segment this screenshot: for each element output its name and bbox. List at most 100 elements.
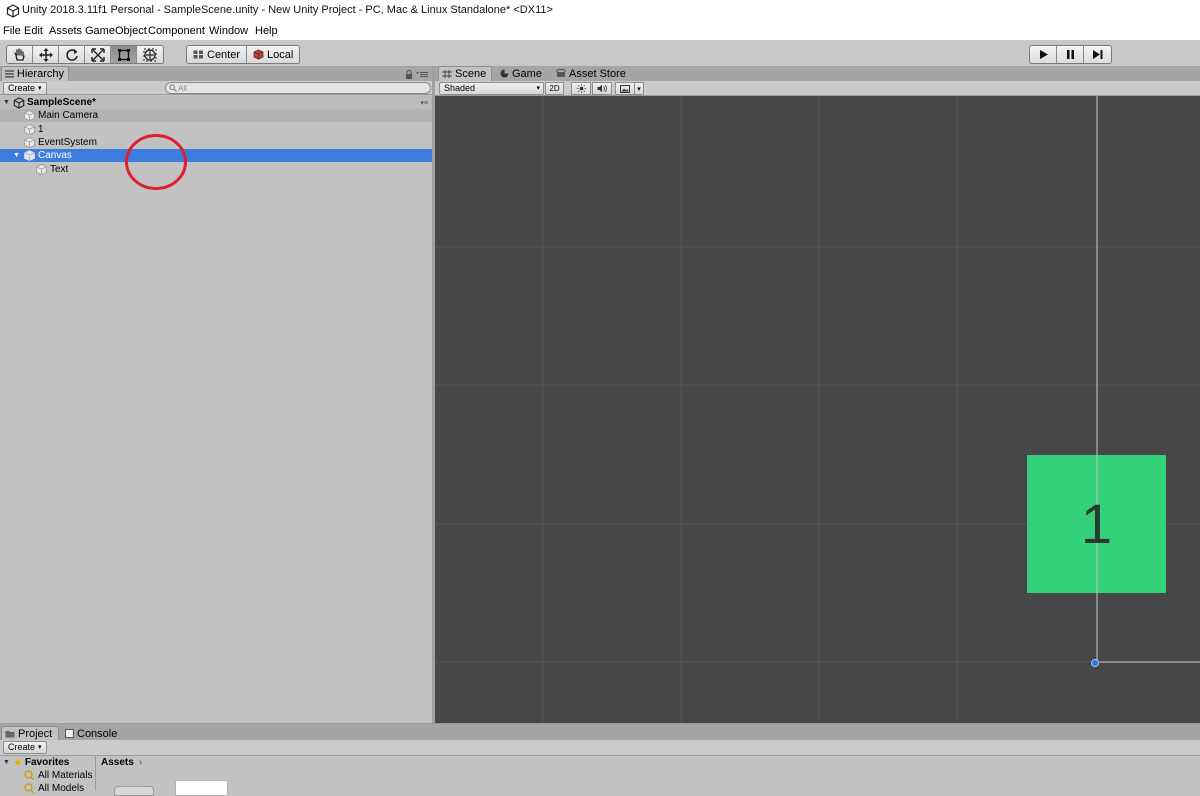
pivot-center-button[interactable]: Center <box>187 46 248 63</box>
scene-name: SampleScene* <box>27 97 96 108</box>
tab-project[interactable]: Project <box>1 726 59 741</box>
breadcrumb[interactable]: Assets › <box>101 756 142 769</box>
search-icon <box>169 84 177 92</box>
game-icon <box>500 69 509 78</box>
tab-scene[interactable]: Scene <box>438 66 492 81</box>
tab-console[interactable]: Console <box>62 726 122 741</box>
tab-hierarchy[interactable]: Hierarchy <box>1 66 69 81</box>
pivot-icon <box>193 50 203 59</box>
project-tab-bar: Project Console <box>0 723 1200 741</box>
favorite-item[interactable]: All Models <box>0 782 84 795</box>
shading-mode-label: Shaded <box>444 83 476 93</box>
menu-assets[interactable]: Assets <box>49 25 82 37</box>
play-button[interactable] <box>1030 46 1057 63</box>
scene-toolbar: Shaded ▾ 2D ▾ <box>435 81 1200 96</box>
tab-game-label: Game <box>512 67 542 80</box>
rotate-tool-button[interactable] <box>59 46 85 63</box>
pause-icon <box>1066 50 1074 59</box>
project-create-dropdown[interactable]: Create ▾ <box>3 741 47 754</box>
breadcrumb-assets: Assets <box>101 757 134 768</box>
hand-icon <box>13 48 25 61</box>
menu-bar: File Edit Assets GameObject Component Wi… <box>0 22 1200 40</box>
step-button[interactable] <box>1084 46 1111 63</box>
console-icon <box>65 729 74 738</box>
menu-help[interactable]: Help <box>255 25 278 37</box>
hierarchy-search-placeholder: All <box>178 83 187 93</box>
chevron-down-icon: ▾ <box>38 85 42 92</box>
asset-thumbnail[interactable] <box>175 780 228 796</box>
annotation-circle <box>125 134 187 190</box>
hierarchy-item-label: Canvas <box>38 150 72 161</box>
speaker-icon <box>597 84 607 93</box>
star-icon: ★ <box>13 757 23 769</box>
move-icon <box>38 47 53 62</box>
scene-row[interactable]: ▼ SampleScene* ▾≡ <box>0 96 432 109</box>
pivot-handle[interactable] <box>1091 659 1099 667</box>
search-icon <box>24 770 35 781</box>
sun-icon <box>576 84 586 93</box>
lighting-toggle[interactable] <box>571 82 591 95</box>
favorite-item[interactable]: All Materials <box>0 769 92 782</box>
rect-tool-icon <box>117 48 130 61</box>
scene-tab-bar: Scene Game Asset Store <box>435 66 1200 81</box>
image-icon <box>620 84 630 93</box>
hierarchy-item-main-camera[interactable]: Main Camera <box>0 109 432 122</box>
toggle-2d-label: 2D <box>549 84 560 93</box>
audio-toggle[interactable] <box>592 82 612 95</box>
hierarchy-search[interactable]: All <box>165 82 431 94</box>
hierarchy-item-1[interactable]: 1 <box>0 123 432 136</box>
expand-arrow-icon[interactable]: ▼ <box>2 759 11 766</box>
tab-asset-store-label: Asset Store <box>569 67 626 80</box>
play-icon <box>1039 50 1048 59</box>
transform-tool-icon <box>143 48 157 61</box>
window-title: Unity 2018.3.11f1 Personal - SampleScene… <box>22 4 553 16</box>
favorites-row[interactable]: ▼ ★ Favorites <box>0 756 69 769</box>
title-bar: Unity 2018.3.11f1 Personal - SampleScene… <box>0 0 1200 22</box>
favorites-label: Favorites <box>24 757 70 768</box>
tab-asset-store[interactable]: Asset Store <box>553 66 633 81</box>
move-tool-button[interactable] <box>33 46 59 63</box>
gameobject-cube-icon <box>36 164 47 175</box>
hierarchy-item-label: 1 <box>38 124 44 135</box>
scale-tool-button[interactable] <box>85 46 111 63</box>
project-create-label: Create <box>8 742 36 752</box>
tab-game[interactable]: Game <box>497 66 547 81</box>
lock-icon[interactable] <box>405 70 413 79</box>
menu-file[interactable]: File <box>3 25 21 37</box>
scale-icon <box>90 47 105 62</box>
expand-arrow-icon[interactable]: ▼ <box>12 152 21 159</box>
hierarchy-item-label: Main Camera <box>38 110 99 121</box>
chevron-down-icon: ▾ <box>38 744 42 751</box>
hierarchy-create-dropdown[interactable]: Create ▾ <box>3 82 47 95</box>
unity-logo-icon <box>6 4 20 18</box>
menu-window[interactable]: Window <box>209 25 248 37</box>
hierarchy-item-canvas[interactable]: ▼ Canvas <box>0 149 432 162</box>
effects-dropdown[interactable]: ▾ <box>634 82 644 95</box>
asset-thumbnail-slider[interactable] <box>114 786 154 796</box>
tab-hierarchy-label: Hierarchy <box>16 68 64 80</box>
hand-tool-button[interactable] <box>7 46 33 63</box>
playback-controls <box>1029 45 1112 64</box>
panel-menu-icon[interactable] <box>416 71 428 78</box>
favorite-item-label: All Materials <box>38 770 93 781</box>
toggle-2d-button[interactable]: 2D <box>545 82 564 95</box>
menu-component[interactable]: Component <box>148 25 205 37</box>
gameobject-cube-icon <box>24 124 35 135</box>
menu-gameobject[interactable]: GameObject <box>85 25 147 37</box>
expand-arrow-icon[interactable]: ▼ <box>2 99 11 106</box>
object-text: 1 <box>1080 492 1113 555</box>
effects-toggle[interactable] <box>615 82 635 95</box>
scene-grid <box>435 96 1200 723</box>
rect-tool-button[interactable] <box>111 46 137 63</box>
shading-mode-dropdown[interactable]: Shaded ▾ <box>439 82 544 95</box>
hierarchy-item-eventsystem[interactable]: EventSystem <box>0 136 432 149</box>
scene-menu-icon[interactable]: ▾≡ <box>420 99 428 107</box>
transform-tool-button[interactable] <box>137 46 163 63</box>
hierarchy-item-text[interactable]: Text <box>0 163 432 176</box>
pivot-local-button[interactable]: Local <box>247 46 300 63</box>
tab-project-label: Project <box>18 728 53 740</box>
menu-edit[interactable]: Edit <box>24 25 43 37</box>
pivot-local-label: Local <box>267 48 294 61</box>
scene-viewport[interactable]: 1 <box>435 96 1200 723</box>
pause-button[interactable] <box>1057 46 1084 63</box>
